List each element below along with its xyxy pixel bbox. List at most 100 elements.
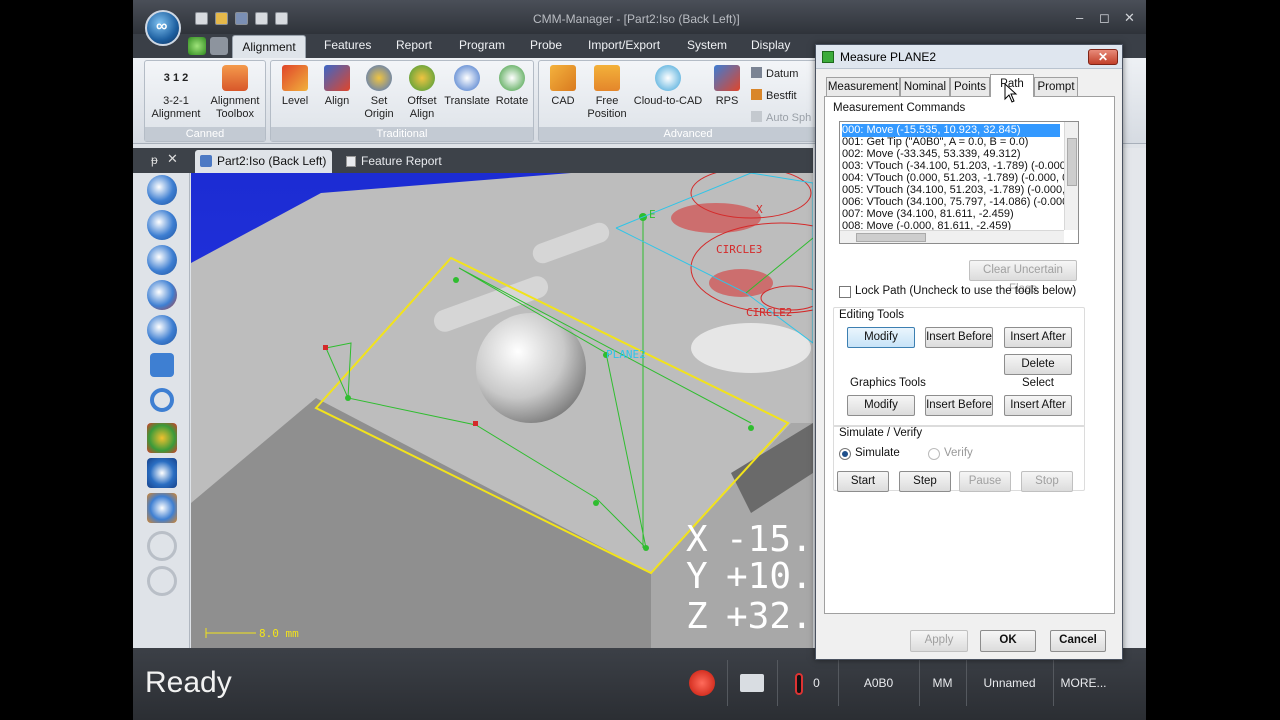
zoom-in-icon[interactable] (147, 175, 177, 205)
step-button[interactable]: Step (899, 471, 951, 492)
tab-part2-iso-label: Part2:Iso (Back Left) (217, 154, 327, 168)
3-2-1-alignment-button[interactable]: 3 1 2 3-2-1 Alignment (147, 65, 205, 121)
tab-measurement[interactable]: Measurement (826, 77, 900, 96)
name-status[interactable]: Unnamed (966, 660, 1052, 706)
editing-modify-button[interactable]: Modify (847, 327, 915, 348)
cancel-button[interactable]: Cancel (1050, 630, 1106, 652)
pan-icon[interactable] (150, 353, 174, 377)
simulate-verify-label: Simulate / Verify (839, 427, 923, 439)
circle2-label: CIRCLE2 (746, 306, 792, 319)
app-logo[interactable]: ∞ (145, 10, 181, 46)
measure-plane-dialog: Measure PLANE2 ✕ Measurement Nominal Poi… (815, 44, 1123, 660)
probe-tool-icon[interactable] (255, 12, 268, 25)
clear-uncertain-flags-button[interactable]: Clear Uncertain Flags (969, 260, 1077, 295)
level-button[interactable]: Level (275, 65, 315, 108)
green-tool-icon[interactable] (188, 37, 206, 55)
probe-view-icon[interactable] (147, 423, 177, 453)
tab-part2-iso[interactable]: Part2:Iso (Back Left) (195, 150, 333, 173)
bestfit-label: Bestfit (766, 90, 797, 102)
minimize-button[interactable]: – (1076, 10, 1083, 25)
tab-system[interactable]: System (687, 38, 727, 52)
ok-button[interactable]: OK (980, 630, 1036, 652)
bestfit-button[interactable]: Bestfit (751, 89, 797, 102)
run-icon[interactable] (210, 37, 228, 55)
inspect-view-icon[interactable] (147, 493, 177, 523)
start-button[interactable]: Start (837, 471, 889, 492)
auto-sphere-button[interactable]: Auto Sph (751, 111, 811, 124)
zoom-out-icon[interactable] (147, 210, 177, 240)
graphics-insert-before-button[interactable]: Insert Before (925, 395, 993, 416)
simulate-radio[interactable] (839, 448, 851, 460)
status-text: Ready (145, 666, 232, 699)
stop-sim-button[interactable]: Stop (1021, 471, 1073, 492)
rotate-icon (499, 65, 525, 91)
open-folder-icon[interactable] (215, 12, 228, 25)
rps-button[interactable]: RPS (709, 65, 745, 108)
editing-insert-before-button[interactable]: Insert Before (925, 327, 993, 348)
machine-button[interactable] (727, 660, 775, 706)
tab-program[interactable]: Program (459, 38, 505, 52)
stop-button[interactable] (678, 660, 726, 706)
scale-bar-label: 8.0 mm (259, 627, 299, 640)
verify-radio[interactable] (928, 448, 940, 460)
new-file-icon[interactable] (195, 12, 208, 25)
pause-button[interactable]: Pause (959, 471, 1011, 492)
graphics-insert-after-button[interactable]: Insert After (1004, 395, 1072, 416)
pin-icon[interactable]: ᵽ (151, 153, 158, 167)
eye-view-icon[interactable] (147, 458, 177, 488)
hscroll-thumb[interactable] (856, 233, 926, 242)
tip-status[interactable]: A0B0 (838, 660, 918, 706)
cloud-to-cad-button[interactable]: Cloud-to-CAD (631, 65, 705, 108)
offset-align-label: Offset Align (407, 95, 437, 120)
maximize-button[interactable]: ◻ (1099, 10, 1110, 26)
tab-report[interactable]: Report (396, 38, 432, 52)
close-button[interactable]: ✕ (1124, 10, 1135, 26)
panel-close-icon[interactable]: ✕ (167, 151, 178, 167)
measurement-commands-list[interactable]: 000: Move (-15.535, 10.923, 32.845) 001:… (839, 121, 1079, 244)
more-button[interactable]: MORE... (1053, 660, 1113, 706)
zoom-fit-icon[interactable] (147, 315, 177, 345)
export-icon[interactable] (275, 12, 288, 25)
delete-select-button[interactable]: Delete Select (1004, 354, 1072, 389)
apply-button[interactable]: Apply (910, 630, 968, 652)
commands-vertical-scrollbar[interactable] (1064, 122, 1078, 230)
translate-button[interactable]: Translate (443, 65, 491, 108)
align-button[interactable]: Align (317, 65, 357, 108)
set-origin-button[interactable]: Set Origin (359, 65, 399, 121)
rotate-button[interactable]: Rotate (491, 65, 533, 108)
cad-button[interactable]: CAD (543, 65, 583, 108)
dialog-close-button[interactable]: ✕ (1088, 49, 1118, 65)
tab-points[interactable]: Points (950, 77, 990, 96)
offset-align-button[interactable]: Offset Align (401, 65, 443, 121)
cad-viewport[interactable]: CIRCLE3 CIRCLE2 PLANE2 E X 8.0 mm X -15.… (191, 173, 813, 648)
lock-path-checkbox[interactable] (839, 286, 851, 298)
save-icon[interactable] (235, 12, 248, 25)
datum-button[interactable]: Datum (751, 67, 798, 80)
graphics-modify-button[interactable]: Modify (847, 395, 915, 416)
tab-import-export[interactable]: Import/Export (588, 38, 660, 52)
tab-feature-report[interactable]: Feature Report (343, 150, 448, 173)
tab-probe[interactable]: Probe (530, 38, 562, 52)
zoom-window-icon[interactable] (147, 245, 177, 275)
tab-nominal[interactable]: Nominal (900, 77, 950, 96)
tab-prompt[interactable]: Prompt (1034, 77, 1078, 96)
right-scroll-panel[interactable] (1123, 148, 1146, 648)
free-position-label: Free Position (587, 95, 627, 120)
zoom-dynamic-icon[interactable] (147, 280, 177, 310)
tab-display[interactable]: Display (751, 38, 790, 52)
3-2-1-icon: 3 1 2 (163, 72, 189, 84)
rotate-view-icon[interactable] (150, 388, 174, 412)
axis-x-label: X (756, 203, 763, 216)
cad-model: CIRCLE3 CIRCLE2 PLANE2 E X 8.0 mm X -15.… (191, 173, 813, 648)
free-position-button[interactable]: Free Position (585, 65, 629, 121)
circle3-label: CIRCLE3 (716, 243, 762, 256)
tab-features[interactable]: Features (324, 38, 371, 52)
probe-status[interactable]: 0 (777, 660, 837, 706)
scroll-thumb[interactable] (1067, 138, 1077, 186)
tab-alignment[interactable]: Alignment (232, 35, 306, 58)
alignment-toolbox-button[interactable]: Alignment Toolbox (205, 65, 265, 121)
commands-horizontal-scrollbar[interactable] (840, 230, 1064, 243)
editing-insert-after-button[interactable]: Insert After (1004, 327, 1072, 348)
units-status[interactable]: MM (919, 660, 965, 706)
boss-top (691, 323, 811, 373)
